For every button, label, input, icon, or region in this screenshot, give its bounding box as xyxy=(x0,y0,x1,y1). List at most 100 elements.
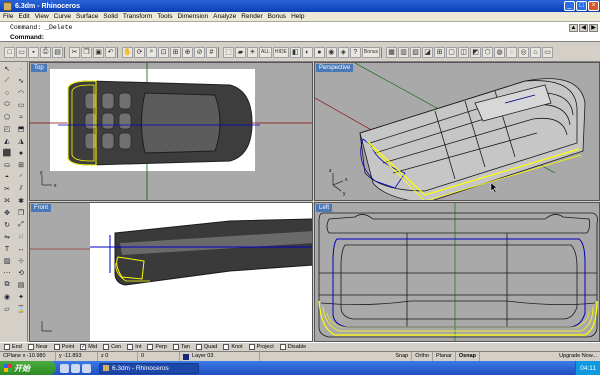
import-icon[interactable]: ▤ xyxy=(52,46,63,58)
osnap-disable-checkbox[interactable] xyxy=(279,344,286,350)
select-arrow-icon[interactable]: ↖ xyxy=(1,64,13,74)
bonus-button[interactable]: Bonus xyxy=(361,46,381,58)
viewport-top[interactable]: Top x y xyxy=(29,62,313,201)
fillet-icon[interactable]: ◜ xyxy=(15,172,27,182)
cplane-palette-icon[interactable]: ▱ xyxy=(1,304,13,314)
four-views-icon[interactable]: ⊞ xyxy=(434,46,446,58)
mirror-icon[interactable]: ⇋ xyxy=(1,232,13,242)
osnap-perp[interactable]: Perp xyxy=(147,344,167,350)
minimize-button[interactable]: _ xyxy=(564,1,575,11)
menu-transform[interactable]: Transform xyxy=(123,13,152,20)
undo-icon[interactable]: ↶ xyxy=(105,46,116,58)
hide-button[interactable]: HIDE xyxy=(272,46,289,58)
select-all-icon[interactable]: ⬚ xyxy=(223,46,234,58)
clock[interactable]: 04:11 xyxy=(580,365,596,372)
box-icon[interactable]: ⬛ xyxy=(1,148,13,158)
polygon-icon[interactable]: ⬠ xyxy=(1,112,13,122)
rotate-icon[interactable]: ↻ xyxy=(1,220,13,230)
rotate-view-icon[interactable]: ⟳ xyxy=(134,46,145,58)
osnap-tan-checkbox[interactable] xyxy=(172,344,179,350)
quick-launch-icon[interactable] xyxy=(82,363,91,373)
properties-icon[interactable]: ◈ xyxy=(337,46,349,58)
osnap-cen[interactable]: Cen xyxy=(103,344,121,350)
osnap-quad-checkbox[interactable] xyxy=(195,344,202,350)
text-icon[interactable]: T xyxy=(1,244,13,254)
cut-icon[interactable]: ✂ xyxy=(69,46,80,58)
pan-hand-icon[interactable]: ✋ xyxy=(122,46,133,58)
scroll-up-icon[interactable]: ▲ xyxy=(569,24,578,32)
osnap-end-checkbox[interactable] xyxy=(4,344,10,350)
maximize-button[interactable]: □ xyxy=(576,1,587,11)
cplane-icon[interactable]: ◫ xyxy=(458,46,470,58)
help-icon[interactable]: ? xyxy=(349,46,361,58)
quick-launch-icon[interactable] xyxy=(71,363,80,373)
join-icon[interactable]: ⟗ xyxy=(1,196,13,206)
viewport-perspective[interactable]: Perspective x z y xyxy=(314,62,600,201)
zoom-selected-icon[interactable]: ⊕ xyxy=(182,46,193,58)
osnap-int[interactable]: Int xyxy=(127,344,141,350)
menu-surface[interactable]: Surface xyxy=(76,13,98,20)
rectangle-icon[interactable]: ▭ xyxy=(15,100,27,110)
close-button[interactable]: × xyxy=(588,1,599,11)
print-icon[interactable]: ⎙ xyxy=(40,46,51,58)
viewport-front[interactable]: Front xyxy=(29,202,313,342)
menu-file[interactable]: File xyxy=(3,13,13,20)
cylinder-icon[interactable]: ⛀ xyxy=(1,160,13,170)
car-icon[interactable]: ▰ xyxy=(235,46,246,58)
layer-icon[interactable]: ◧ xyxy=(289,46,301,58)
history-icon[interactable]: ⌛ xyxy=(15,304,27,314)
menu-help[interactable]: Help xyxy=(291,13,304,20)
viewport-label-top[interactable]: Top xyxy=(31,64,47,72)
freeform-icon[interactable]: ≈ xyxy=(15,112,27,122)
ortho-toggle[interactable]: Ortho xyxy=(412,352,433,361)
osnap-knot[interactable]: Knot xyxy=(223,344,243,350)
osnap-tan[interactable]: Tan xyxy=(172,344,190,350)
named-view-icon[interactable]: ▭ xyxy=(542,46,554,58)
menu-curve[interactable]: Curve xyxy=(54,13,71,20)
ellipse-icon[interactable]: ⬭ xyxy=(1,100,13,110)
status-layer[interactable]: Layer 03 xyxy=(180,352,260,361)
group-icon[interactable]: ⧉ xyxy=(1,280,13,290)
osnap-mid-checkbox[interactable]: ✓ xyxy=(80,344,87,350)
osnap-cen-checkbox[interactable] xyxy=(103,344,110,350)
osnap-project-checkbox[interactable] xyxy=(248,344,255,350)
camera-icon[interactable]: ⌂ xyxy=(530,46,542,58)
upgrade-message[interactable]: Upgrade Now... xyxy=(480,352,600,361)
render-color-icon[interactable]: ◉ xyxy=(325,46,337,58)
render-palette-icon[interactable]: ◉ xyxy=(1,292,13,302)
zoom-extents-icon[interactable]: ⊞ xyxy=(170,46,181,58)
polyline-icon[interactable]: ⟋ xyxy=(1,76,13,86)
wireframe-icon[interactable]: ⬡ xyxy=(482,46,494,58)
undo-view-icon[interactable]: ⊘ xyxy=(194,46,205,58)
osnap-disable[interactable]: Disable xyxy=(279,344,306,350)
osnap-point-checkbox[interactable] xyxy=(53,344,60,350)
menu-solid[interactable]: Solid xyxy=(103,13,117,20)
osnap-knot-checkbox[interactable] xyxy=(223,344,230,350)
layer-palette-icon[interactable]: ▤ xyxy=(15,280,27,290)
split-icon[interactable]: ⫽ xyxy=(15,184,27,194)
points-on-icon[interactable]: ⋯ xyxy=(1,268,13,278)
mesh-icon[interactable]: ⊞ xyxy=(15,160,27,170)
osnap-end[interactable]: End xyxy=(4,344,22,350)
shade-icon[interactable]: ◐ xyxy=(301,46,313,58)
menu-render[interactable]: Render xyxy=(241,13,262,20)
viewport-left[interactable]: Left xyxy=(314,202,600,342)
zoom-icon[interactable]: ⌕ xyxy=(146,46,157,58)
grid-icon[interactable]: # xyxy=(206,46,217,58)
menu-analyze[interactable]: Analyze xyxy=(213,13,236,20)
surface-corner-icon[interactable]: ◰ xyxy=(1,124,13,134)
taskbar-item-rhino[interactable]: 6.3dm - Rhinoceros xyxy=(99,362,199,374)
osnap-near-checkbox[interactable] xyxy=(27,344,34,350)
point-icon[interactable]: · xyxy=(15,64,27,74)
trim-icon[interactable]: ✂ xyxy=(1,184,13,194)
planar-toggle[interactable]: Planar xyxy=(433,352,456,361)
light-palette-icon[interactable]: ✦ xyxy=(15,292,27,302)
light-icon[interactable]: ☀ xyxy=(247,46,258,58)
paste-icon[interactable]: ▣ xyxy=(93,46,104,58)
snap-toggle[interactable]: Snap xyxy=(392,352,413,361)
viewport-label-left[interactable]: Left xyxy=(316,204,333,212)
menu-bonus[interactable]: Bonus xyxy=(268,13,286,20)
sweep-icon[interactable]: ◮ xyxy=(15,136,27,146)
move-icon[interactable]: ✥ xyxy=(1,208,13,218)
array-icon[interactable]: ⁙ xyxy=(15,232,27,242)
